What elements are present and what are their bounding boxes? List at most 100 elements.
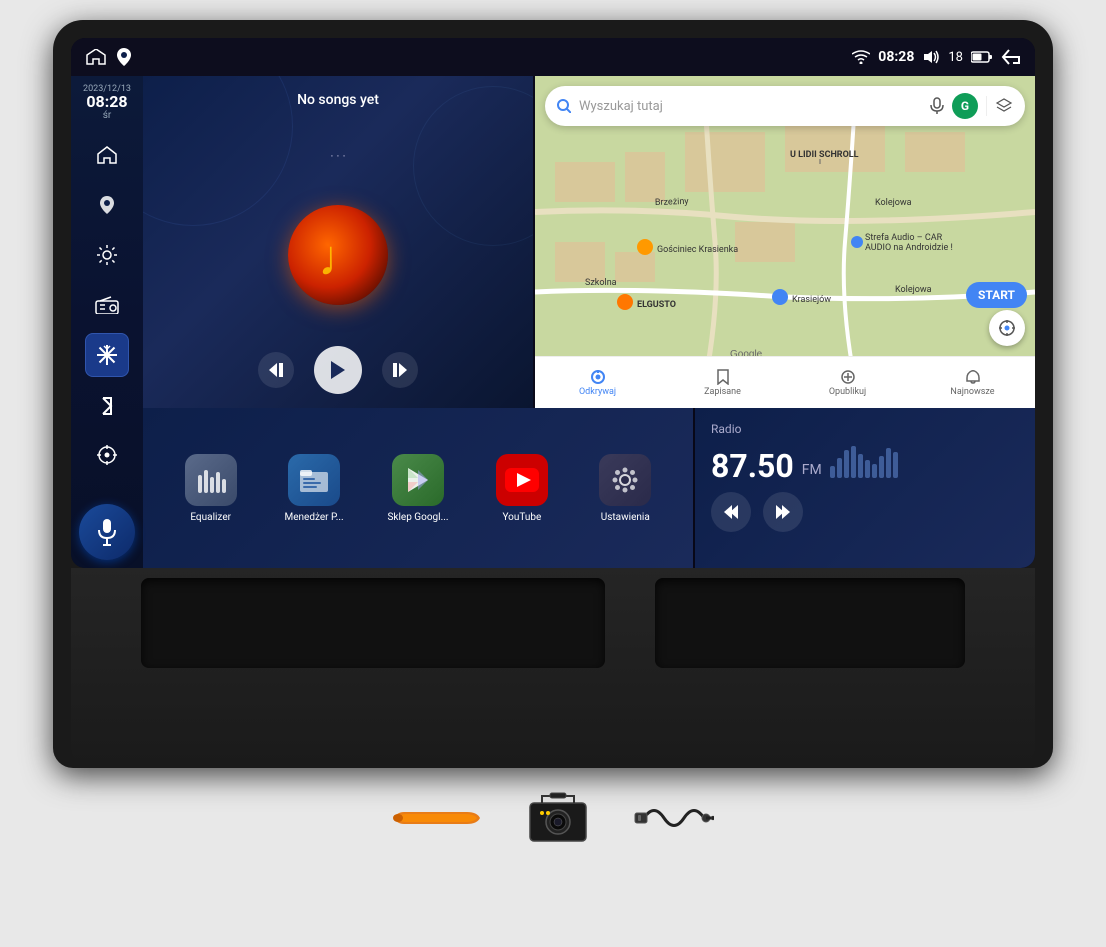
map-pin-icon	[117, 48, 131, 66]
map-mic-icon[interactable]	[930, 97, 944, 115]
radio-bar-9	[886, 448, 891, 478]
map-location-btn[interactable]	[989, 310, 1025, 346]
publish-icon	[840, 369, 856, 385]
status-bar-left	[85, 48, 131, 66]
camera-icon	[522, 788, 594, 848]
map-bottom-nav: Odkrywaj Zapisane	[535, 356, 1035, 408]
dash-cutout-left	[141, 578, 605, 668]
screen: 08:28 18	[71, 38, 1035, 568]
sidebar-btn-freeze[interactable]	[85, 333, 129, 377]
music-note-icon: ♩	[313, 225, 363, 285]
music-subtitle: · · ·	[330, 149, 345, 163]
dash-center-divider	[615, 578, 645, 668]
music-prev-btn[interactable]	[258, 352, 294, 388]
map-start-btn[interactable]: START	[966, 282, 1027, 308]
bottom-row: Equalizer	[143, 408, 1035, 568]
map-nav-opublikuj[interactable]: Opublikuj	[785, 369, 910, 397]
top-row: No songs yet · · · ♩	[143, 76, 1035, 408]
sidebar-btn-home[interactable]	[85, 133, 129, 177]
map-nav-odkrywaj[interactable]: Odkrywaj	[535, 369, 660, 397]
app-label-equalizer: Equalizer	[190, 512, 231, 523]
map-user-avatar[interactable]: G	[952, 93, 978, 119]
music-title: No songs yet	[297, 92, 379, 108]
svg-text:ELGUSTO: ELGUSTO	[637, 300, 676, 310]
sidebar-btn-settings[interactable]	[85, 233, 129, 277]
volume-icon	[922, 50, 940, 64]
map-search-icon	[557, 99, 571, 113]
car-unit: 08:28 18	[53, 20, 1053, 848]
map-nav-najnowsze[interactable]: Najnowsze	[910, 369, 1035, 397]
home-icon	[85, 49, 107, 65]
radio-band: FM	[802, 462, 822, 478]
discover-icon	[590, 369, 606, 385]
music-bg-circle-2	[413, 86, 533, 246]
cable-icon	[634, 793, 714, 843]
app-item-play[interactable]: Sklep Googl...	[387, 454, 448, 523]
map-nav-label-0: Odkrywaj	[579, 387, 616, 397]
svg-text:Kolejowa: Kolejowa	[875, 198, 912, 208]
status-bar-right: 08:28 18	[852, 49, 1021, 65]
map-nav-label-2: Opublikuj	[829, 387, 866, 397]
files-icon	[288, 454, 340, 506]
radio-bar-10	[893, 452, 898, 478]
radio-controls	[711, 492, 1019, 532]
svg-text:Strefa Audio – CAR: Strefa Audio – CAR	[865, 233, 943, 243]
music-bg-circle-1	[143, 76, 293, 226]
sidebar-btn-maps[interactable]	[85, 183, 129, 227]
dash-cutout-row	[71, 578, 1035, 668]
sidebar-btn-radio[interactable]	[85, 283, 129, 327]
sidebar-btn-location[interactable]	[85, 433, 129, 477]
svg-text:U LIDII SCHROLL: U LIDII SCHROLL	[790, 150, 859, 160]
app-item-settings[interactable]: Ustawienia	[595, 454, 655, 523]
radio-wave	[830, 446, 1019, 482]
map-search-placeholder: Wyszukaj tutaj	[579, 99, 922, 114]
map-search-bar[interactable]: Wyszukaj tutaj G	[545, 86, 1025, 126]
radio-prev-btn[interactable]	[711, 492, 751, 532]
sidebar-btn-voice[interactable]	[79, 504, 135, 560]
status-bar: 08:28 18	[71, 38, 1035, 76]
youtube-icon	[496, 454, 548, 506]
radio-bar-1	[830, 466, 835, 478]
music-next-btn[interactable]	[382, 352, 418, 388]
sidebar-day: śr	[83, 110, 131, 121]
svg-text:Gościniec Krasienka: Gościniec Krasienka	[657, 245, 738, 255]
radio-freq-row: 87.50 FM	[711, 446, 1019, 482]
bookmark-icon	[716, 369, 730, 385]
svg-text:Brzeżiny: Brzeżiny	[655, 197, 690, 208]
sidebar: 2023/12/13 08:28 śr	[71, 76, 143, 568]
main-area: 2023/12/13 08:28 śr	[71, 76, 1035, 568]
map-layers-icon[interactable]	[995, 97, 1013, 115]
app-item-equalizer[interactable]: Equalizer	[181, 454, 241, 523]
music-play-btn[interactable]	[314, 346, 362, 394]
dash-mount	[71, 568, 1035, 768]
back-icon[interactable]	[1001, 49, 1021, 65]
radio-bar-3	[844, 450, 849, 478]
radio-frequency: 87.50	[711, 450, 794, 482]
music-controls	[258, 346, 418, 394]
music-player: No songs yet · · · ♩	[143, 76, 533, 408]
svg-text:Kolejowa: Kolejowa	[895, 285, 932, 295]
content-area: No songs yet · · · ♩	[143, 76, 1035, 568]
sidebar-btn-bluetooth[interactable]	[85, 383, 129, 427]
wifi-icon	[852, 50, 870, 64]
car-bezel: 08:28 18	[53, 20, 1053, 768]
radio-label: Radio	[711, 422, 1019, 436]
play-store-icon	[392, 454, 444, 506]
app-label-youtube: YouTube	[502, 512, 541, 523]
svg-text:Krasiejów: Krasiejów	[792, 295, 831, 305]
app-item-youtube[interactable]: YouTube	[492, 454, 552, 523]
radio-bar-6	[865, 460, 870, 478]
svg-text:Szkolna: Szkolna	[585, 278, 617, 288]
radio-bar-5	[858, 454, 863, 478]
settings-app-icon	[599, 454, 651, 506]
map-nav-zapisane[interactable]: Zapisane	[660, 369, 785, 397]
svg-text:AUDIO na Androidzie !: AUDIO na Androidzie !	[865, 243, 953, 253]
app-label-files: Menedżer P...	[284, 512, 343, 523]
map-nav-label-3: Najnowsze	[950, 387, 994, 397]
bell-icon	[966, 369, 980, 385]
app-item-files[interactable]: Menedżer P...	[284, 454, 344, 523]
pry-tool-icon	[392, 804, 482, 832]
app-launcher: Equalizer	[143, 408, 693, 568]
status-battery-num: 18	[948, 50, 963, 65]
radio-next-btn[interactable]	[763, 492, 803, 532]
